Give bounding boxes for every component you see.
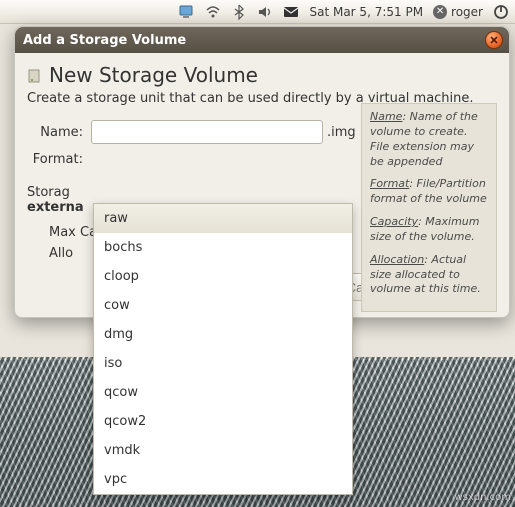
format-option-bochs[interactable]: bochs	[94, 233, 352, 262]
monitor-icon[interactable]	[179, 4, 195, 20]
format-option-cow[interactable]: cow	[94, 291, 352, 320]
dialog-heading: New Storage Volume	[49, 63, 258, 87]
format-label: Format:	[27, 152, 83, 167]
user-avatar-icon: ✕	[433, 5, 447, 19]
user-menu[interactable]: ✕ roger	[433, 5, 483, 19]
volume-icon[interactable]	[257, 4, 273, 20]
format-option-vmdk[interactable]: vmdk	[94, 436, 352, 465]
help-panel: Name: Name of the volume to create. File…	[361, 103, 497, 312]
format-option-dmg[interactable]: dmg	[94, 320, 352, 349]
clock-text[interactable]: Sat Mar 5, 7:51 PM	[309, 5, 423, 19]
mail-icon[interactable]	[283, 4, 299, 20]
power-icon[interactable]	[493, 4, 509, 20]
watermark-text: wsxdn.com	[454, 492, 511, 503]
help-format-term: Format	[370, 177, 409, 190]
system-tray: Sat Mar 5, 7:51 PM ✕ roger	[179, 4, 509, 20]
format-option-qcow[interactable]: qcow	[94, 378, 352, 407]
window-title: Add a Storage Volume	[23, 33, 186, 48]
close-button[interactable]	[485, 31, 503, 49]
storage-volume-icon	[27, 67, 43, 83]
name-label: Name:	[27, 125, 83, 140]
format-dropdown[interactable]: raw bochs cloop cow dmg iso qcow qcow2 v…	[93, 203, 353, 495]
help-name-term: Name	[370, 110, 402, 123]
top-panel: Sat Mar 5, 7:51 PM ✕ roger	[0, 0, 515, 24]
format-option-iso[interactable]: iso	[94, 349, 352, 378]
username-label: roger	[451, 5, 483, 19]
bluetooth-icon[interactable]	[231, 4, 247, 20]
add-storage-volume-dialog: Add a Storage Volume New Storage Volume …	[14, 26, 510, 318]
format-option-vpc[interactable]: vpc	[94, 465, 352, 494]
dialog-body: New Storage Volume Create a storage unit…	[15, 53, 509, 317]
format-option-raw[interactable]: raw	[94, 204, 352, 233]
help-allocation-term: Allocation	[370, 253, 424, 266]
format-option-qcow2[interactable]: qcow2	[94, 407, 352, 436]
name-input[interactable]	[91, 120, 323, 144]
help-capacity-term: Capacity	[370, 215, 418, 228]
titlebar[interactable]: Add a Storage Volume	[15, 27, 509, 53]
format-option-cloop[interactable]: cloop	[94, 262, 352, 291]
name-suffix: .img	[327, 125, 356, 140]
wifi-icon[interactable]	[205, 4, 221, 20]
